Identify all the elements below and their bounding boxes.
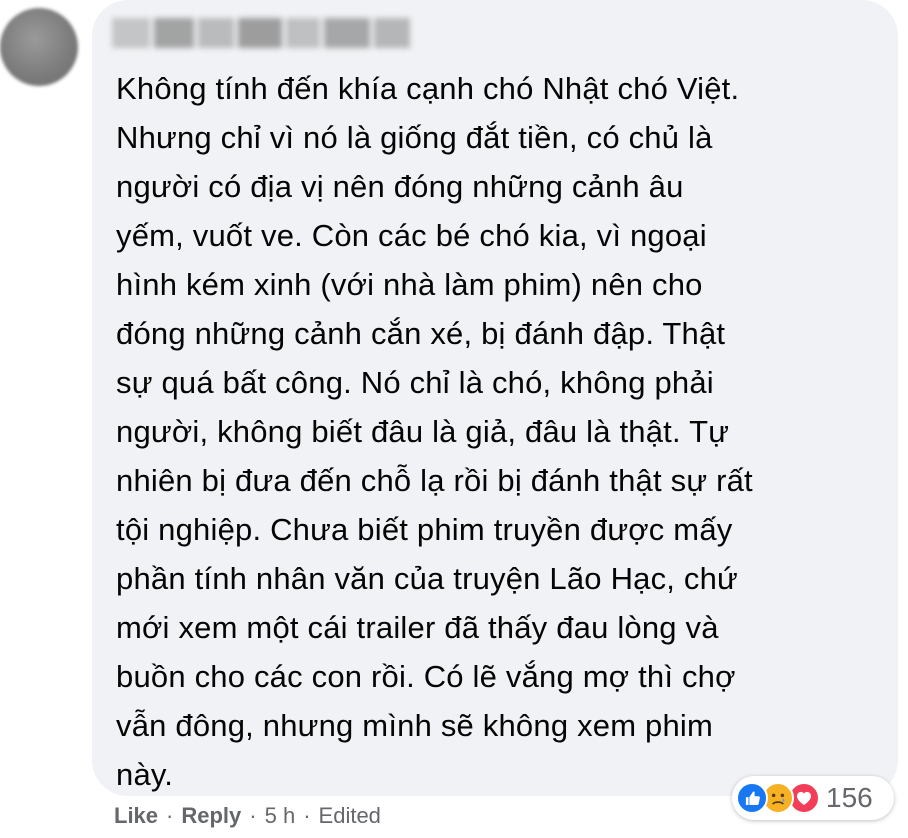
avatar[interactable] [0, 8, 78, 86]
like-button[interactable]: Like [114, 803, 158, 829]
edited-label[interactable]: Edited [319, 803, 381, 829]
separator: · [303, 803, 311, 828]
reaction-count: 156 [826, 782, 873, 813]
separator: · [166, 803, 174, 828]
like-icon [736, 782, 768, 814]
comment-actions: Like · Reply · 5 h · Edited [114, 798, 381, 834]
comment-container: Không tính đến khía cạnh chó Nhật chó Vi… [0, 0, 908, 838]
timestamp[interactable]: 5 h [265, 803, 296, 829]
separator: · [249, 803, 257, 828]
comment-text: Không tính đến khía cạnh chó Nhật chó Vi… [116, 71, 753, 792]
author-name-redacted[interactable] [112, 10, 422, 56]
reply-button[interactable]: Reply [181, 803, 241, 829]
reaction-icons [736, 780, 832, 816]
reactions-summary[interactable]: 156 [732, 776, 894, 820]
